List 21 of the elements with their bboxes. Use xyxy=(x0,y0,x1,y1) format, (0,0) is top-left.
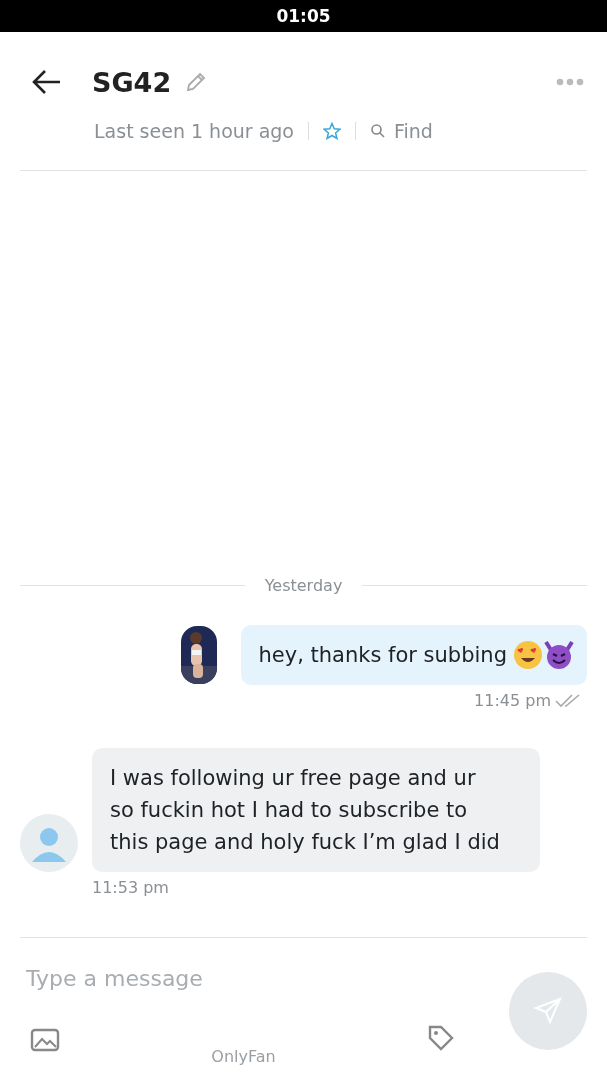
chat-title: SG42 xyxy=(92,66,172,98)
back-arrow-icon[interactable] xyxy=(32,69,62,95)
search-icon xyxy=(370,123,386,139)
image-icon[interactable] xyxy=(30,1028,60,1052)
day-separator: Yesterday xyxy=(264,576,343,595)
message-time: 11:45 pm xyxy=(474,691,551,710)
devil-emoji-icon xyxy=(543,640,575,670)
avatar-icon xyxy=(20,814,78,872)
status-time: 01:05 xyxy=(276,6,331,26)
last-seen-text: Last seen 1 hour ago xyxy=(94,120,294,142)
footer-text: OnlyFan xyxy=(211,1047,276,1066)
send-icon xyxy=(533,996,563,1026)
heart-eyes-emoji-icon xyxy=(513,640,543,670)
tag-icon[interactable] xyxy=(427,1024,455,1052)
find-button[interactable]: Find xyxy=(370,120,433,142)
message-text: I was following ur free page and ur so fuckin hot I had to subscribe to this page and holy fuck I’m glad I did xyxy=(110,765,501,856)
message-time: 11:53 pm xyxy=(92,878,169,897)
star-icon[interactable] xyxy=(323,122,341,140)
pencil-icon[interactable] xyxy=(185,71,208,93)
more-icon[interactable] xyxy=(556,78,584,86)
message-text: hey, thanks for subbing xyxy=(258,642,507,669)
